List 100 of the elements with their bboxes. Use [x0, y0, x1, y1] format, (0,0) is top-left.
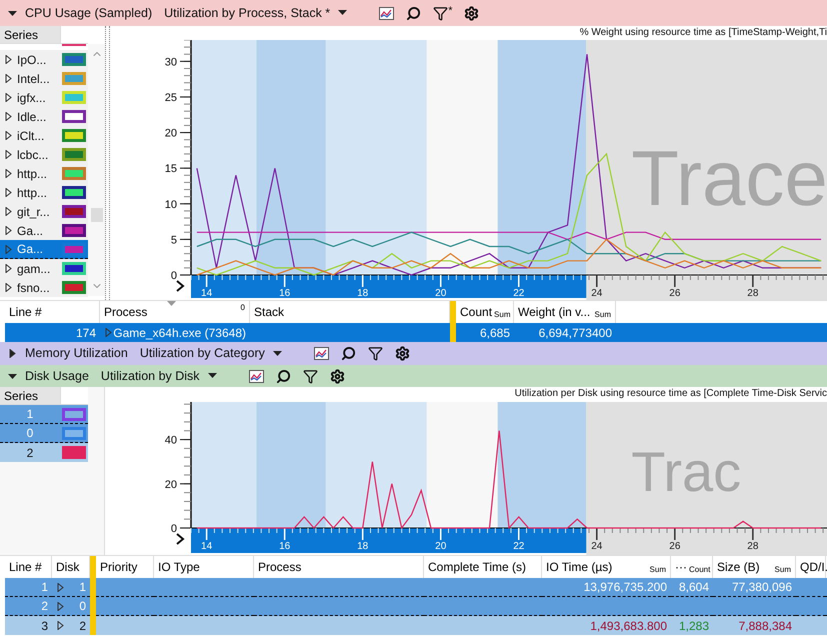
series-item[interactable]: 2	[0, 443, 88, 462]
series-item[interactable]: Ga...	[0, 240, 88, 259]
table-row[interactable]: 3 2 1,493,683.800 1,283 7,888,384	[5, 616, 827, 635]
axis-label: 0	[170, 270, 177, 282]
series-item[interactable]: lcbc...	[0, 145, 88, 164]
axis-label: 24	[591, 541, 602, 552]
expand-triangle-icon[interactable]	[56, 602, 65, 610]
expand-triangle-icon[interactable]	[8, 349, 17, 358]
collapse-triangle-icon[interactable]	[8, 8, 17, 18]
settings-icon[interactable]	[464, 6, 480, 20]
filter-modified-mark: *	[448, 6, 452, 16]
axis-label: 22	[513, 288, 524, 299]
line-graph-icon[interactable]	[248, 370, 264, 382]
filter-icon[interactable]	[302, 368, 318, 384]
expand-triangle-icon[interactable]	[4, 188, 13, 197]
table-cell-text: 6,685	[480, 324, 510, 342]
series-item[interactable]: gam...	[0, 259, 88, 278]
preset-dropdown[interactable]: Utilization by Process, Stack *	[164, 4, 348, 22]
series-name: http...	[17, 166, 48, 182]
time-axis-band[interactable]	[191, 275, 586, 298]
axis-label: 18	[357, 288, 368, 299]
settings-icon[interactable]	[330, 368, 345, 384]
series-item[interactable]: git_r...	[0, 202, 88, 221]
series-item[interactable]: http...	[0, 164, 88, 183]
series-item[interactable]: http...	[0, 183, 88, 202]
axis-label: 16	[279, 288, 290, 299]
caret-icon	[208, 373, 217, 379]
axis-label: 22	[513, 541, 524, 552]
expand-triangle-icon[interactable]	[56, 582, 65, 592]
series-name: iClt...	[17, 128, 44, 144]
expand-triangle-icon[interactable]	[4, 226, 13, 235]
preset-dropdown[interactable]: Utilization by Category	[140, 344, 282, 363]
series-item[interactable]: Intel...	[0, 69, 88, 88]
axis-label: 15	[164, 163, 177, 176]
axis-label: 30	[164, 56, 177, 68]
series-name: igfx...	[17, 90, 46, 106]
series-name: Ga...	[17, 222, 44, 240]
time-axis-band[interactable]	[191, 528, 586, 553]
axis-label: 5	[170, 234, 177, 246]
aggregate-label: Sum	[494, 309, 510, 321]
chevron-right-icon[interactable]	[176, 533, 185, 545]
trace-watermark: Trace	[631, 134, 827, 222]
expand-triangle-icon[interactable]	[4, 74, 13, 83]
axis-label: 14	[201, 541, 212, 552]
series-item[interactable]: Idle...	[0, 107, 88, 126]
expand-triangle-icon[interactable]	[4, 169, 13, 178]
table-row[interactable]: 174 Game_x64h.exe (73648) 6,685 6,694,773400	[5, 323, 827, 342]
line-graph-icon[interactable]	[379, 6, 394, 20]
chevron-right-icon[interactable]	[176, 280, 185, 292]
expand-triangle-icon[interactable]	[4, 207, 13, 216]
table-cell-text: 8,604	[678, 579, 709, 596]
filter-icon[interactable]	[368, 346, 383, 361]
panel-title: Memory Utilization	[25, 345, 128, 362]
series-item[interactable]: IpO...	[0, 50, 88, 69]
table-cell-text: 2	[79, 618, 86, 634]
series-name: git_r...	[17, 204, 50, 220]
axis-label: 20	[435, 541, 446, 552]
series-name: gam...	[17, 260, 50, 278]
column-header: Series	[0, 26, 60, 43]
expand-triangle-icon[interactable]	[4, 131, 13, 140]
table-cell-text: 1,283	[678, 618, 709, 634]
axis-label: 16	[279, 541, 290, 552]
preset-dropdown[interactable]: Utilization by Disk	[100, 366, 217, 386]
expand-triangle-icon[interactable]	[4, 112, 13, 121]
scrollbar[interactable]	[88, 44, 105, 296]
axis-label: 20	[164, 478, 177, 491]
filter-icon[interactable]	[433, 6, 448, 20]
search-icon[interactable]	[340, 346, 356, 361]
collapse-triangle-icon[interactable]	[8, 372, 17, 380]
series-name: lcbc...	[17, 146, 48, 164]
column-header: Series	[0, 387, 60, 404]
series-item[interactable]: igfx...	[0, 88, 88, 107]
table-cell-text: 1	[41, 579, 48, 596]
expand-triangle-icon[interactable]	[4, 55, 13, 64]
expand-triangle-icon[interactable]	[4, 283, 13, 292]
search-icon[interactable]	[276, 368, 291, 384]
series-item[interactable]: fsno...	[0, 278, 88, 297]
search-icon[interactable]	[406, 6, 422, 20]
series-item[interactable]: iClt...	[0, 126, 88, 145]
series-name: fsno...	[17, 280, 50, 296]
expand-triangle-icon[interactable]	[56, 621, 65, 630]
table-cell-text: 2	[41, 598, 48, 615]
series-name: 1	[26, 406, 34, 423]
table-cell-text: 1,493,683.800	[590, 618, 667, 634]
scroll-thumb[interactable]	[90, 208, 102, 222]
graph-title: % Weight using resource time as [TimeStamp-Weight,Ti	[580, 26, 827, 40]
axis-label: 20	[164, 128, 177, 140]
aggregate-label: Sum	[594, 309, 611, 321]
settings-icon[interactable]	[394, 346, 410, 361]
expand-triangle-icon[interactable]	[4, 264, 13, 273]
expand-triangle-icon[interactable]	[4, 150, 13, 159]
line-graph-icon[interactable]	[314, 347, 329, 360]
series-item[interactable]: Ga...	[0, 221, 88, 240]
axis-label: 24	[591, 288, 602, 299]
aggregate-label: Sum	[650, 564, 666, 576]
axis-label: 10	[164, 198, 177, 211]
axis-label: 14	[201, 288, 212, 299]
expand-triangle-icon[interactable]	[4, 93, 13, 102]
series-name: Intel...	[17, 70, 50, 88]
axis-label: 28	[747, 541, 758, 552]
